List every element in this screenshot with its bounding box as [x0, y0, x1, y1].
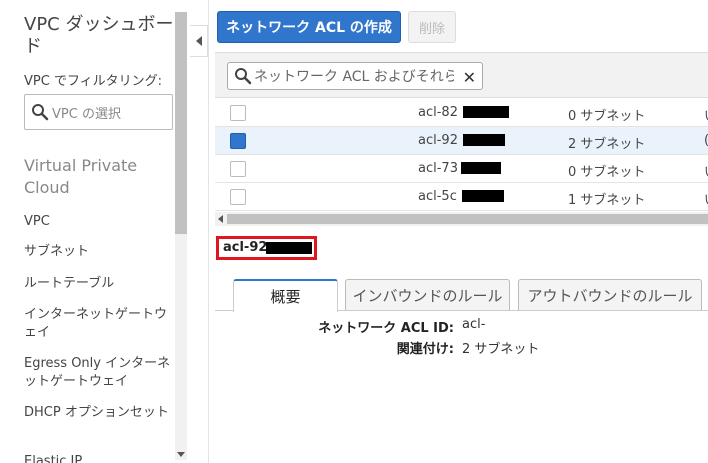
sidebar-item-vpc[interactable]: VPC — [24, 213, 174, 231]
field-value-associations: 2 サブネット — [462, 342, 540, 357]
chevron-left-icon — [195, 36, 202, 46]
truncated-cell: い — [704, 161, 708, 180]
sidebar-scrollbar[interactable] — [175, 12, 187, 460]
search-icon — [235, 68, 252, 85]
search-placeholder: ネットワーク ACL およびそれらのプロパティでフィルタリング — [254, 69, 454, 85]
table-row[interactable]: acl-82 0 サブネット い — [215, 99, 708, 127]
redaction — [462, 190, 504, 202]
tab-outbound-rules[interactable]: アウトバウンドのルール — [518, 279, 702, 310]
sidebar-item-egress-only-gateways[interactable]: Egress Only インターネットゲートウェイ — [24, 355, 174, 391]
clear-search-icon[interactable]: ✕ — [463, 68, 476, 87]
field-value-acl-id: acl- — [462, 317, 486, 332]
sidebar-title[interactable]: VPC ダッシュボード — [24, 14, 174, 58]
sidebar-item-elastic-ip[interactable]: Elastic IP — [24, 453, 174, 463]
acl-table: acl-82 0 サブネット い acl-92 2 サブネット ( acl-73… — [215, 99, 708, 211]
table-row-selected[interactable]: acl-92 2 サブネット ( — [215, 127, 708, 155]
filter-bar: ネットワーク ACL およびそれらのプロパティでフィルタリング ✕ — [215, 52, 708, 98]
subnet-count-cell: 0 サブネット — [568, 165, 646, 180]
selected-acl-heading: acl-92 — [216, 236, 317, 260]
table-row[interactable]: acl-5c 1 サブネット い — [215, 183, 708, 211]
acl-id-cell: acl-82 — [418, 105, 458, 120]
redaction — [463, 106, 509, 118]
field-label-associations: 関連付け: — [396, 342, 454, 357]
sidebar-section-heading: Virtual Private Cloud — [24, 156, 138, 197]
row-checkbox[interactable] — [230, 189, 246, 205]
acl-id-cell: acl-73 — [418, 161, 458, 176]
scroll-left-icon[interactable] — [218, 215, 223, 223]
search-icon — [32, 104, 49, 121]
selected-acl-id: acl-92 — [223, 240, 268, 255]
subnet-count-cell: 0 サブネット — [568, 109, 646, 124]
row-checkbox-checked[interactable] — [230, 133, 246, 149]
field-label-acl-id: ネットワーク ACL ID: — [318, 321, 454, 336]
create-network-acl-button[interactable]: ネットワーク ACL の作成 — [217, 11, 401, 43]
row-checkbox[interactable] — [230, 105, 246, 121]
tab-summary[interactable]: 概要 — [233, 279, 338, 312]
table-horizontal-scrollbar[interactable] — [215, 212, 708, 226]
sidebar-item-subnets[interactable]: サブネット — [24, 243, 174, 261]
subnet-count-cell: 1 サブネット — [568, 193, 646, 208]
details-tabs: 概要 インバウンドのルール アウトバウンドのルール — [215, 278, 708, 312]
sidebar: VPC ダッシュボード VPC でフィルタリング: VPC の選択 Virtua… — [0, 0, 190, 463]
delete-button[interactable]: 削除 — [408, 11, 456, 43]
tab-inbound-rules[interactable]: インバウンドのルール — [345, 279, 510, 310]
horizontal-scroll-thumb[interactable] — [227, 214, 708, 224]
scroll-down-icon[interactable] — [177, 452, 185, 457]
truncated-cell: い — [704, 189, 708, 208]
main-panel: ネットワーク ACL の作成 削除 ネットワーク ACL およびそれらのプロパテ… — [209, 0, 708, 463]
truncated-cell: い — [704, 105, 708, 124]
sidebar-item-internet-gateways[interactable]: インターネットゲートウェイ — [24, 306, 174, 342]
row-checkbox[interactable] — [230, 161, 246, 177]
truncated-cell: ( — [704, 133, 708, 148]
vpc-select-placeholder: VPC の選択 — [52, 106, 121, 122]
table-row[interactable]: acl-73 0 サブネット い — [215, 155, 708, 183]
vpc-filter-label: VPC でフィルタリング: — [24, 74, 163, 89]
vpc-select[interactable]: VPC の選択 — [24, 94, 173, 130]
redaction — [463, 134, 505, 146]
subnet-count-cell: 2 サブネット — [568, 137, 646, 152]
redaction — [461, 162, 501, 174]
sidebar-item-route-tables[interactable]: ルートテーブル — [24, 275, 174, 293]
collapse-sidebar-button[interactable] — [190, 25, 208, 57]
sidebar-scroll-thumb[interactable] — [175, 12, 187, 234]
redaction — [266, 242, 312, 254]
acl-id-cell: acl-92 — [418, 133, 458, 148]
sidebar-item-dhcp-options[interactable]: DHCP オプションセット — [24, 404, 174, 422]
acl-search-input[interactable]: ネットワーク ACL およびそれらのプロパティでフィルタリング ✕ — [227, 62, 483, 90]
acl-id-cell: acl-5c — [418, 189, 457, 204]
